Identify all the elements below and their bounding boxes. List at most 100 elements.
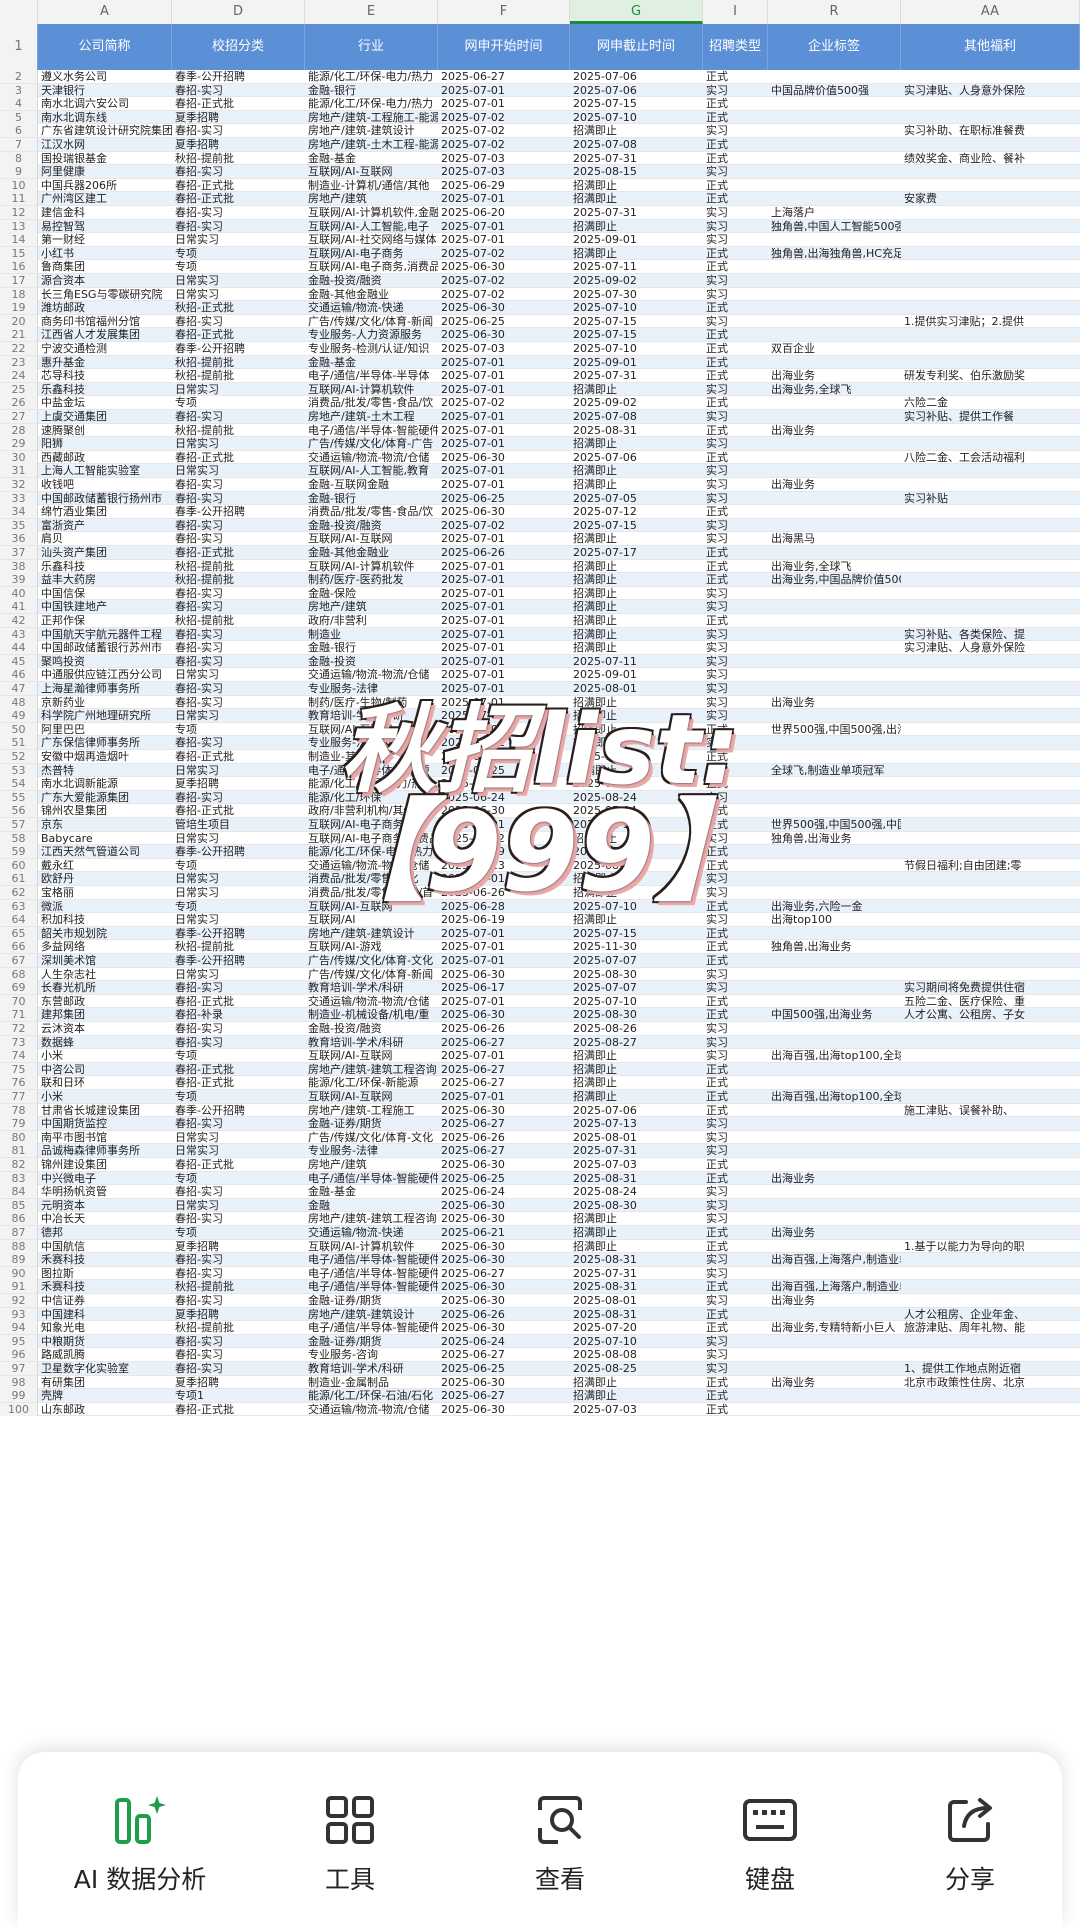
table-cell[interactable]: 房地产/建筑-工程施工-能源 bbox=[305, 111, 438, 124]
row-number[interactable]: 7 bbox=[0, 138, 38, 151]
row-number[interactable]: 77 bbox=[0, 1090, 38, 1103]
table-cell[interactable] bbox=[768, 614, 901, 627]
table-row[interactable]: 41 中国铁建地产 春招-实习 房地产/建筑 2025-07-01 招满即止 实习 bbox=[0, 600, 1080, 614]
table-cell[interactable]: 专项 bbox=[172, 1172, 305, 1185]
table-cell[interactable]: 实习 bbox=[703, 872, 768, 885]
table-cell[interactable]: 正式 bbox=[703, 1172, 768, 1185]
table-cell[interactable]: 中国500强,出海业务 bbox=[768, 1008, 901, 1021]
table-row[interactable]: 36 肩贝 春招-实习 互联网/AI-互联网 2025-07-01 招满即止 实习 出海黑马 bbox=[0, 532, 1080, 546]
table-cell[interactable]: 电子/通信/半导体-智能硬件 bbox=[305, 1172, 438, 1185]
table-cell[interactable]: 日常实习 bbox=[172, 968, 305, 981]
table-cell[interactable]: 2025-09-02 bbox=[570, 396, 703, 409]
table-cell[interactable] bbox=[768, 546, 901, 559]
table-cell[interactable] bbox=[901, 886, 1080, 899]
table-cell[interactable]: 阿里健康 bbox=[38, 165, 172, 178]
table-cell[interactable] bbox=[901, 1158, 1080, 1171]
table-cell[interactable]: 2025-06-24 bbox=[438, 1185, 570, 1198]
table-cell[interactable]: 实习 bbox=[703, 124, 768, 137]
table-cell[interactable]: 遵义水务公司 bbox=[38, 70, 172, 83]
table-cell[interactable]: 正式 bbox=[703, 614, 768, 627]
row-number[interactable]: 43 bbox=[0, 627, 38, 641]
table-cell[interactable]: 节假日福利;自由团建;零 bbox=[901, 859, 1080, 872]
table-cell[interactable]: 实习 bbox=[703, 696, 768, 709]
table-cell[interactable]: 2025-07-10 bbox=[570, 900, 703, 913]
table-cell[interactable]: 正式 bbox=[703, 560, 768, 573]
table-cell[interactable]: 日常实习 bbox=[172, 1131, 305, 1144]
table-row[interactable]: 13 易控智驾 春招-实习 互联网/AI-人工智能,电子 2025-07-01 招满即止实… bbox=[0, 219, 1080, 234]
table-cell[interactable]: 消费品/批发/零售-食品/饮 bbox=[305, 505, 438, 518]
table-row[interactable]: 15 小红书 专项 互联网/AI-电子商务 2025-07-02 招满即止 正式 独角兽,出海… bbox=[0, 246, 1080, 261]
row-number[interactable]: 66 bbox=[0, 940, 38, 954]
table-cell[interactable]: 2025-07-01 bbox=[438, 614, 570, 627]
table-cell[interactable]: 源合资本 bbox=[38, 274, 172, 287]
table-cell[interactable]: 中国邮政储蓄银行苏州市 bbox=[38, 641, 172, 654]
table-cell[interactable]: 2025-09-01 bbox=[570, 668, 703, 681]
table-cell[interactable]: 人才公租房、企业年金、 bbox=[901, 1308, 1080, 1321]
table-cell[interactable]: 互联网/AI-电子商务,消费品 bbox=[305, 260, 438, 273]
table-cell[interactable]: 正式 bbox=[703, 97, 768, 110]
table-cell[interactable] bbox=[901, 968, 1080, 981]
table-cell[interactable]: 专业服务-咨询 bbox=[305, 1348, 438, 1361]
table-cell[interactable] bbox=[768, 165, 901, 178]
table-row[interactable]: 89 禾赛科技 春招-实习 电子/通信/半导体-智能硬件 2025-06-30 2025-… bbox=[0, 1253, 1080, 1267]
table-cell[interactable]: 春招-实习 bbox=[172, 1185, 305, 1198]
table-cell[interactable]: 招满即止 bbox=[570, 532, 703, 545]
table-cell[interactable]: 2025-07-01 bbox=[438, 573, 570, 586]
table-cell[interactable]: 实习 bbox=[703, 1131, 768, 1144]
table-row[interactable]: 11 广州湾区建工 春招-正式批 房地产/建筑 2025-07-01 招满即止 正式 安家费 bbox=[0, 192, 1080, 206]
table-cell[interactable]: 招满即止 bbox=[570, 478, 703, 491]
table-cell[interactable]: 速腾聚创 bbox=[38, 424, 172, 437]
table-cell[interactable]: 上海落户 bbox=[768, 206, 901, 219]
row-number[interactable]: 84 bbox=[0, 1185, 38, 1199]
table-cell[interactable]: 2025-07-01 bbox=[438, 818, 570, 831]
table-cell[interactable]: 正式 bbox=[703, 995, 768, 1008]
table-cell[interactable]: 南水北调六安公司 bbox=[38, 97, 172, 110]
table-row[interactable]: 69 长春光机所 春招-实习 教育培训-学术/科研 2025-06-17 2025-07-… bbox=[0, 981, 1080, 995]
table-cell[interactable] bbox=[768, 505, 901, 518]
table-cell[interactable] bbox=[768, 396, 901, 409]
table-cell[interactable] bbox=[901, 900, 1080, 913]
table-cell[interactable]: 实习 bbox=[703, 1022, 768, 1035]
table-cell[interactable]: 招满即止 bbox=[570, 764, 703, 777]
table-cell[interactable]: 2025-07-03 bbox=[570, 1403, 703, 1416]
row-number[interactable]: 75 bbox=[0, 1062, 38, 1076]
table-cell[interactable]: 2025-08-30 bbox=[570, 968, 703, 981]
table-cell[interactable] bbox=[768, 70, 901, 83]
share-button[interactable]: 分享 bbox=[880, 1792, 1060, 1896]
table-cell[interactable] bbox=[901, 1144, 1080, 1157]
table-cell[interactable]: 春招-实习 bbox=[172, 519, 305, 532]
table-cell[interactable]: 2025-08-01 bbox=[570, 1294, 703, 1307]
table-cell[interactable]: 金融-投资/融资 bbox=[305, 1022, 438, 1035]
table-row[interactable]: 34 绵竹酒业集团 春季-公开招聘 消费品/批发/零售-食品/饮 2025-06-30 2… bbox=[0, 505, 1080, 519]
table-cell[interactable] bbox=[768, 410, 901, 423]
table-cell[interactable]: 正式 bbox=[703, 1389, 768, 1402]
table-cell[interactable] bbox=[901, 179, 1080, 192]
table-cell[interactable]: 春招-正式批 bbox=[172, 192, 305, 205]
table-row[interactable]: 73 数据蜂 春招-实习 教育培训-学术/科研 2025-06-27 2025-08-27… bbox=[0, 1035, 1080, 1050]
table-cell[interactable]: 上海星瀚律师事务所 bbox=[38, 682, 172, 695]
table-cell[interactable]: 夏季招聘 bbox=[172, 1376, 305, 1389]
table-cell[interactable]: 富浙资产 bbox=[38, 519, 172, 532]
table-cell[interactable]: 2025-08-30 bbox=[570, 1008, 703, 1021]
table-cell[interactable]: 教育培训-学术/科研 bbox=[305, 709, 438, 722]
row-number[interactable]: 37 bbox=[0, 546, 38, 559]
table-cell[interactable]: 日常实习 bbox=[172, 764, 305, 777]
table-cell[interactable]: 春招-实习 bbox=[172, 1335, 305, 1348]
table-cell[interactable]: 实习 bbox=[703, 832, 768, 845]
header-cell[interactable]: 校招分类 bbox=[172, 24, 305, 70]
table-row[interactable]: 43 中国航天宇航元器件工程 春招-实习 制造业 2025-07-01 招满即止 实习 实习补… bbox=[0, 627, 1080, 642]
table-cell[interactable]: 广告/传媒/文化/体育-文化 bbox=[305, 1131, 438, 1144]
table-cell[interactable]: 春招-实习 bbox=[172, 1253, 305, 1266]
table-cell[interactable]: 2025-08-31 bbox=[570, 1308, 703, 1321]
table-cell[interactable]: 招满即止 bbox=[570, 383, 703, 396]
table-cell[interactable]: 2025-07-01 bbox=[438, 478, 570, 491]
table-cell[interactable]: 2025-07-31 bbox=[570, 1144, 703, 1157]
table-cell[interactable]: 互联网/AI-互联网 bbox=[305, 165, 438, 178]
table-cell[interactable]: 2025-07-10 bbox=[570, 995, 703, 1008]
table-cell[interactable]: 中国期货监控 bbox=[38, 1117, 172, 1130]
table-row[interactable]: 76 联和日环 春招-正式批 能源/化工/环保-新能源 2025-06-27 招满即止 正式 bbox=[0, 1076, 1080, 1090]
table-cell[interactable] bbox=[768, 1240, 901, 1253]
table-cell[interactable] bbox=[768, 954, 901, 967]
table-cell[interactable] bbox=[901, 274, 1080, 287]
table-row[interactable]: 51 广东保信律师事务所 春招-实习 专业服务-法律 2025-07-01 招满即止 实习 bbox=[0, 736, 1080, 750]
